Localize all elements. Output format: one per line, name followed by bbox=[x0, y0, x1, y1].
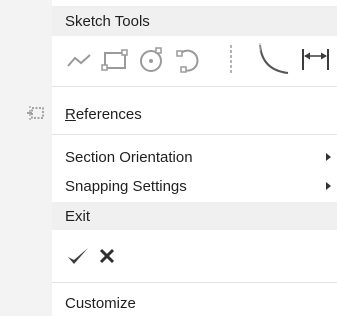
menu-item-references[interactable]: References bbox=[52, 98, 337, 130]
centerline-icon[interactable] bbox=[224, 44, 238, 76]
separator bbox=[52, 86, 337, 87]
arc-icon[interactable] bbox=[174, 46, 204, 74]
circle-icon[interactable] bbox=[137, 46, 167, 74]
separator bbox=[52, 134, 337, 135]
references-icon bbox=[27, 106, 44, 120]
separator bbox=[52, 282, 337, 283]
menu-item-snapping-settings[interactable]: Snapping Settings bbox=[52, 172, 337, 200]
menu-item-customize[interactable]: Customize bbox=[52, 290, 337, 316]
accept-checkmark-icon[interactable] bbox=[66, 245, 90, 267]
dimension-icon[interactable] bbox=[300, 46, 332, 74]
exit-title: Exit bbox=[65, 207, 91, 225]
sketch-tools-header: Sketch Tools bbox=[52, 6, 337, 36]
fillet-icon[interactable] bbox=[257, 42, 291, 76]
menu-item-section-orientation[interactable]: Section Orientation bbox=[52, 143, 337, 171]
rectangle-icon[interactable] bbox=[100, 46, 130, 74]
submenu-arrow-icon bbox=[326, 153, 331, 161]
sketch-tools-row bbox=[52, 36, 337, 86]
context-menu: Sketch Tools References Section Orientat… bbox=[0, 0, 337, 316]
sketch-tools-title: Sketch Tools bbox=[65, 12, 150, 30]
submenu-arrow-icon bbox=[326, 182, 331, 190]
exit-header: Exit bbox=[52, 202, 337, 230]
customize-label: Customize bbox=[65, 294, 136, 312]
cancel-x-icon[interactable] bbox=[98, 247, 116, 265]
menu-icon-gutter bbox=[0, 0, 52, 316]
exit-actions-row bbox=[52, 230, 337, 282]
references-label: References bbox=[65, 105, 142, 123]
polyline-icon[interactable] bbox=[66, 48, 94, 74]
section-orientation-label: Section Orientation bbox=[65, 148, 193, 166]
snapping-settings-label: Snapping Settings bbox=[65, 177, 187, 195]
